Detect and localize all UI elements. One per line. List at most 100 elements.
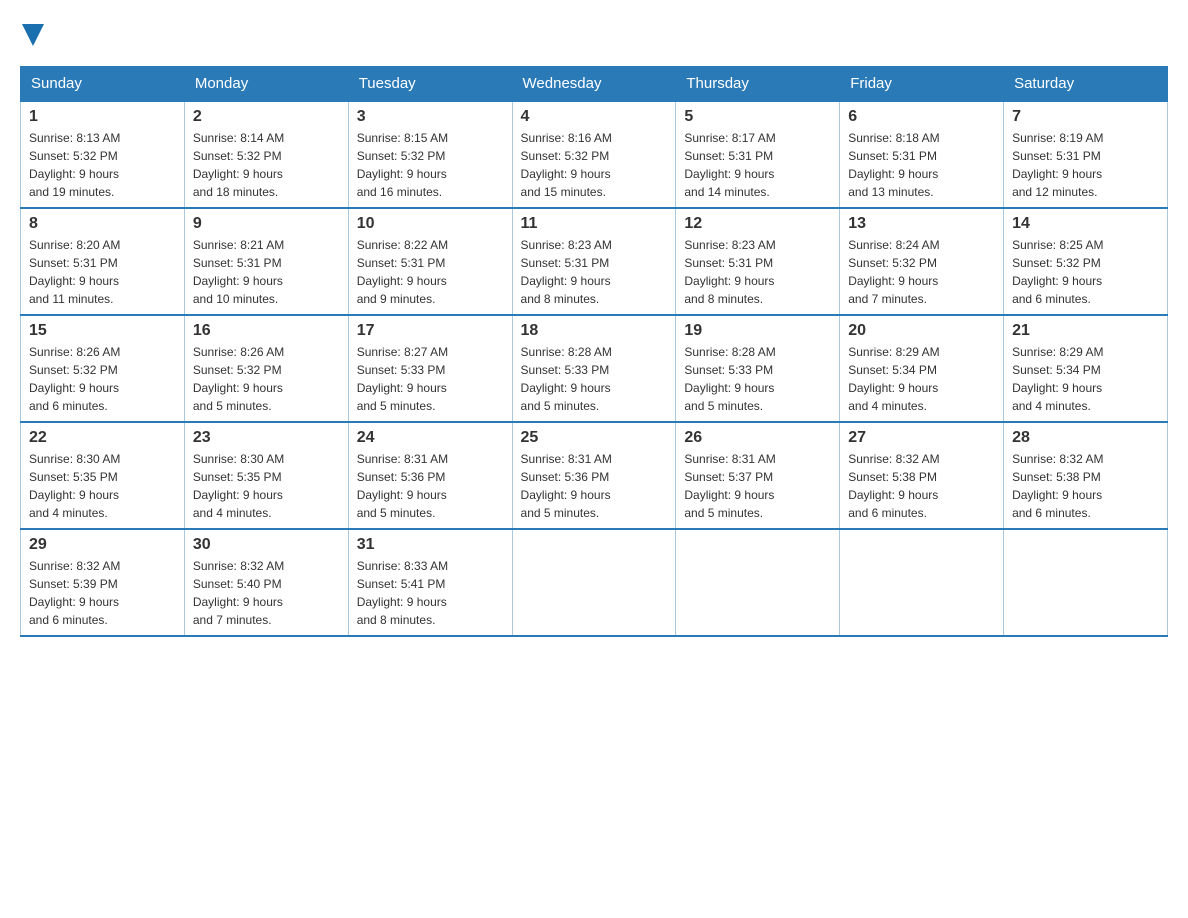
column-header-tuesday: Tuesday (348, 67, 512, 102)
calendar-day-cell: 14 Sunrise: 8:25 AM Sunset: 5:32 PM Dayl… (1004, 208, 1168, 315)
day-number: 28 (1012, 429, 1159, 447)
day-number: 24 (357, 429, 504, 447)
day-number: 18 (521, 322, 668, 340)
day-info: Sunrise: 8:26 AM Sunset: 5:32 PM Dayligh… (29, 343, 176, 415)
calendar-day-cell: 27 Sunrise: 8:32 AM Sunset: 5:38 PM Dayl… (840, 422, 1004, 529)
day-info: Sunrise: 8:25 AM Sunset: 5:32 PM Dayligh… (1012, 236, 1159, 308)
day-info: Sunrise: 8:32 AM Sunset: 5:39 PM Dayligh… (29, 557, 176, 629)
day-number: 29 (29, 536, 176, 554)
column-header-sunday: Sunday (21, 67, 185, 102)
calendar-day-cell: 28 Sunrise: 8:32 AM Sunset: 5:38 PM Dayl… (1004, 422, 1168, 529)
calendar-day-cell: 24 Sunrise: 8:31 AM Sunset: 5:36 PM Dayl… (348, 422, 512, 529)
calendar-day-cell: 12 Sunrise: 8:23 AM Sunset: 5:31 PM Dayl… (676, 208, 840, 315)
calendar-day-cell: 17 Sunrise: 8:27 AM Sunset: 5:33 PM Dayl… (348, 315, 512, 422)
calendar-table: SundayMondayTuesdayWednesdayThursdayFrid… (20, 66, 1168, 637)
calendar-day-cell: 15 Sunrise: 8:26 AM Sunset: 5:32 PM Dayl… (21, 315, 185, 422)
day-number: 13 (848, 215, 995, 233)
calendar-day-cell: 2 Sunrise: 8:14 AM Sunset: 5:32 PM Dayli… (184, 101, 348, 208)
calendar-day-cell: 11 Sunrise: 8:23 AM Sunset: 5:31 PM Dayl… (512, 208, 676, 315)
day-info: Sunrise: 8:16 AM Sunset: 5:32 PM Dayligh… (521, 129, 668, 201)
day-info: Sunrise: 8:13 AM Sunset: 5:32 PM Dayligh… (29, 129, 176, 201)
calendar-day-cell: 3 Sunrise: 8:15 AM Sunset: 5:32 PM Dayli… (348, 101, 512, 208)
day-number: 20 (848, 322, 995, 340)
day-number: 11 (521, 215, 668, 233)
logo-triangle-icon (22, 24, 44, 46)
day-number: 9 (193, 215, 340, 233)
day-number: 8 (29, 215, 176, 233)
day-number: 17 (357, 322, 504, 340)
day-number: 27 (848, 429, 995, 447)
column-header-wednesday: Wednesday (512, 67, 676, 102)
day-number: 1 (29, 108, 176, 126)
day-number: 3 (357, 108, 504, 126)
column-header-saturday: Saturday (1004, 67, 1168, 102)
day-number: 19 (684, 322, 831, 340)
day-number: 12 (684, 215, 831, 233)
day-info: Sunrise: 8:15 AM Sunset: 5:32 PM Dayligh… (357, 129, 504, 201)
day-number: 25 (521, 429, 668, 447)
day-info: Sunrise: 8:22 AM Sunset: 5:31 PM Dayligh… (357, 236, 504, 308)
day-number: 14 (1012, 215, 1159, 233)
day-number: 26 (684, 429, 831, 447)
calendar-week-row: 29 Sunrise: 8:32 AM Sunset: 5:39 PM Dayl… (21, 529, 1168, 636)
calendar-day-cell: 7 Sunrise: 8:19 AM Sunset: 5:31 PM Dayli… (1004, 101, 1168, 208)
calendar-day-cell: 10 Sunrise: 8:22 AM Sunset: 5:31 PM Dayl… (348, 208, 512, 315)
column-header-monday: Monday (184, 67, 348, 102)
calendar-week-row: 15 Sunrise: 8:26 AM Sunset: 5:32 PM Dayl… (21, 315, 1168, 422)
calendar-day-cell: 8 Sunrise: 8:20 AM Sunset: 5:31 PM Dayli… (21, 208, 185, 315)
calendar-day-cell: 18 Sunrise: 8:28 AM Sunset: 5:33 PM Dayl… (512, 315, 676, 422)
day-info: Sunrise: 8:20 AM Sunset: 5:31 PM Dayligh… (29, 236, 176, 308)
day-info: Sunrise: 8:23 AM Sunset: 5:31 PM Dayligh… (684, 236, 831, 308)
calendar-day-cell (676, 529, 840, 636)
logo (20, 20, 44, 46)
calendar-day-cell: 5 Sunrise: 8:17 AM Sunset: 5:31 PM Dayli… (676, 101, 840, 208)
calendar-day-cell: 13 Sunrise: 8:24 AM Sunset: 5:32 PM Dayl… (840, 208, 1004, 315)
day-info: Sunrise: 8:28 AM Sunset: 5:33 PM Dayligh… (521, 343, 668, 415)
day-info: Sunrise: 8:17 AM Sunset: 5:31 PM Dayligh… (684, 129, 831, 201)
day-number: 16 (193, 322, 340, 340)
day-info: Sunrise: 8:33 AM Sunset: 5:41 PM Dayligh… (357, 557, 504, 629)
calendar-day-cell (840, 529, 1004, 636)
day-info: Sunrise: 8:27 AM Sunset: 5:33 PM Dayligh… (357, 343, 504, 415)
day-info: Sunrise: 8:32 AM Sunset: 5:38 PM Dayligh… (1012, 450, 1159, 522)
day-number: 31 (357, 536, 504, 554)
calendar-day-cell (512, 529, 676, 636)
calendar-week-row: 22 Sunrise: 8:30 AM Sunset: 5:35 PM Dayl… (21, 422, 1168, 529)
calendar-day-cell: 22 Sunrise: 8:30 AM Sunset: 5:35 PM Dayl… (21, 422, 185, 529)
day-number: 2 (193, 108, 340, 126)
day-number: 6 (848, 108, 995, 126)
day-info: Sunrise: 8:32 AM Sunset: 5:40 PM Dayligh… (193, 557, 340, 629)
column-header-thursday: Thursday (676, 67, 840, 102)
day-info: Sunrise: 8:14 AM Sunset: 5:32 PM Dayligh… (193, 129, 340, 201)
day-number: 15 (29, 322, 176, 340)
calendar-day-cell: 23 Sunrise: 8:30 AM Sunset: 5:35 PM Dayl… (184, 422, 348, 529)
day-number: 23 (193, 429, 340, 447)
calendar-day-cell (1004, 529, 1168, 636)
day-info: Sunrise: 8:24 AM Sunset: 5:32 PM Dayligh… (848, 236, 995, 308)
calendar-day-cell: 4 Sunrise: 8:16 AM Sunset: 5:32 PM Dayli… (512, 101, 676, 208)
day-info: Sunrise: 8:30 AM Sunset: 5:35 PM Dayligh… (193, 450, 340, 522)
calendar-day-cell: 25 Sunrise: 8:31 AM Sunset: 5:36 PM Dayl… (512, 422, 676, 529)
calendar-day-cell: 26 Sunrise: 8:31 AM Sunset: 5:37 PM Dayl… (676, 422, 840, 529)
calendar-day-cell: 1 Sunrise: 8:13 AM Sunset: 5:32 PM Dayli… (21, 101, 185, 208)
calendar-header-row: SundayMondayTuesdayWednesdayThursdayFrid… (21, 67, 1168, 102)
calendar-day-cell: 29 Sunrise: 8:32 AM Sunset: 5:39 PM Dayl… (21, 529, 185, 636)
day-number: 5 (684, 108, 831, 126)
day-info: Sunrise: 8:21 AM Sunset: 5:31 PM Dayligh… (193, 236, 340, 308)
day-info: Sunrise: 8:29 AM Sunset: 5:34 PM Dayligh… (848, 343, 995, 415)
day-info: Sunrise: 8:31 AM Sunset: 5:36 PM Dayligh… (357, 450, 504, 522)
calendar-day-cell: 20 Sunrise: 8:29 AM Sunset: 5:34 PM Dayl… (840, 315, 1004, 422)
calendar-day-cell: 16 Sunrise: 8:26 AM Sunset: 5:32 PM Dayl… (184, 315, 348, 422)
day-number: 4 (521, 108, 668, 126)
calendar-day-cell: 30 Sunrise: 8:32 AM Sunset: 5:40 PM Dayl… (184, 529, 348, 636)
calendar-week-row: 1 Sunrise: 8:13 AM Sunset: 5:32 PM Dayli… (21, 101, 1168, 208)
day-info: Sunrise: 8:26 AM Sunset: 5:32 PM Dayligh… (193, 343, 340, 415)
day-info: Sunrise: 8:28 AM Sunset: 5:33 PM Dayligh… (684, 343, 831, 415)
column-header-friday: Friday (840, 67, 1004, 102)
day-info: Sunrise: 8:31 AM Sunset: 5:36 PM Dayligh… (521, 450, 668, 522)
calendar-day-cell: 6 Sunrise: 8:18 AM Sunset: 5:31 PM Dayli… (840, 101, 1004, 208)
day-info: Sunrise: 8:19 AM Sunset: 5:31 PM Dayligh… (1012, 129, 1159, 201)
day-info: Sunrise: 8:23 AM Sunset: 5:31 PM Dayligh… (521, 236, 668, 308)
day-number: 22 (29, 429, 176, 447)
day-info: Sunrise: 8:18 AM Sunset: 5:31 PM Dayligh… (848, 129, 995, 201)
